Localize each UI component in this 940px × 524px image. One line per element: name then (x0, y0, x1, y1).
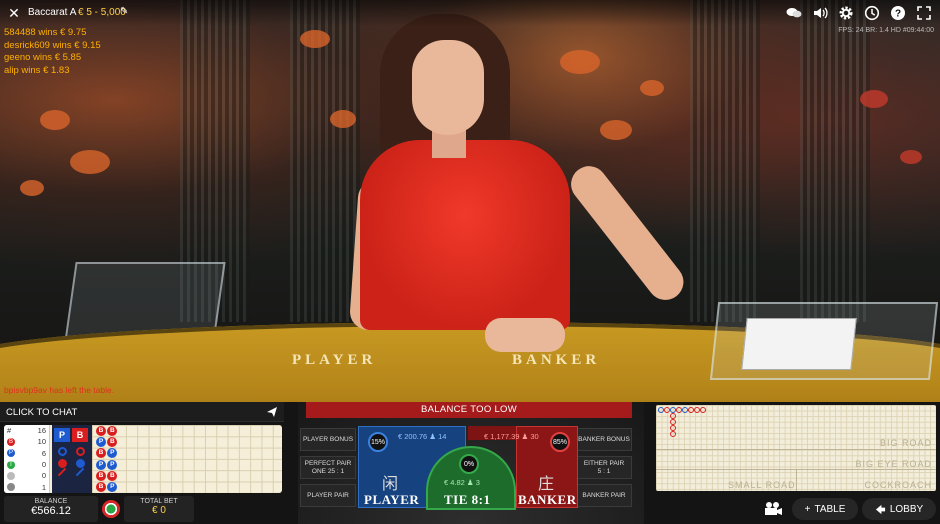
bead-road-result: B (96, 425, 106, 436)
bead-road-grid: BPBPBBBBPPBP (92, 425, 282, 493)
bottom-panel: CLICK TO CHAT #16 B 10 P6 T0 0 1 P B BPBP… (0, 402, 940, 524)
top-icon-bar: ? (785, 4, 932, 21)
curtain-decor (800, 0, 870, 322)
curtain-decor (690, 0, 760, 322)
player-left-notification: bpisvbp9av has left the table. (4, 385, 115, 395)
recent-winners-list: 584488 wins € 9.75 desrick609 wins € 9.1… (4, 27, 101, 77)
small-road-label: SMALL ROAD (728, 480, 796, 490)
felt-player-text: PLAYER (292, 352, 377, 368)
chip-icon[interactable] (102, 500, 120, 518)
perfect-pair-bet[interactable]: PERFECT PAIR ONE 25 : 1 (300, 456, 356, 479)
chat-label: CLICK TO CHAT (6, 407, 78, 418)
banker-percentage: 85% (550, 432, 570, 452)
player-bonus-bet[interactable]: PLAYER BONUS (300, 428, 356, 451)
bead-road-result: P (96, 436, 106, 447)
bead-road-panel[interactable]: #16 B 10 P6 T0 0 1 P B BPBPBBBBPPBP (4, 425, 282, 493)
player-pair-bet[interactable]: PLAYER PAIR (300, 484, 356, 507)
winner-entry: alip wins € 1.83 (4, 64, 70, 76)
player-bet-total: € 200.76 ♟ 14 (398, 432, 447, 441)
tie-percentage: 0% (459, 454, 479, 474)
bead-road-result: B (96, 482, 106, 493)
scoreboard-roads[interactable]: BIG ROAD BIG EYE ROAD SMALL ROAD COCKROA… (656, 405, 936, 491)
stat-banker-pair: 0 (4, 470, 49, 481)
settings-icon[interactable] (837, 4, 854, 21)
winner-entry: desrick609 wins € 9.15 (4, 39, 101, 51)
balance-display: BALANCE €566.12 (4, 496, 98, 522)
pin-icon[interactable]: ✎ (120, 6, 128, 17)
stat-banker: B 10 (7, 437, 46, 447)
camera-icon[interactable] (758, 498, 788, 520)
winner-entry: geeno wins € 5.85 (4, 52, 82, 63)
top-bar: ✕ Baccarat A € 5 - 5,000 ✎ ? (0, 0, 940, 26)
big-eye-road-label: BIG EYE ROAD (855, 459, 932, 469)
send-icon[interactable] (266, 406, 278, 418)
plus-icon: + (804, 503, 811, 515)
table-name: Baccarat A (28, 7, 77, 18)
stat-player-pair: 1 (4, 481, 49, 492)
felt-banker-text: BANKER (512, 352, 601, 368)
balance-too-low-banner: BALANCE TOO LOW (306, 402, 632, 418)
bead-road-result: P (107, 448, 118, 459)
bead-road-result: B (107, 436, 118, 447)
volume-icon[interactable] (811, 4, 828, 21)
bead-road-result: B (96, 470, 106, 481)
table-limits[interactable]: € 5 - 5,000 (78, 7, 126, 18)
stream-stats: FPS: 24 BR: 1.4 HD #09:44:00 (838, 27, 934, 34)
bead-road-result: P (96, 459, 106, 470)
predict-banker-button[interactable]: B (72, 428, 88, 442)
player-chinese-label: 闲 (382, 476, 399, 493)
shoe-cards (741, 318, 857, 370)
chat-bar[interactable]: CLICK TO CHAT (0, 402, 284, 422)
tie-label: TIE 8:1 (444, 492, 491, 507)
close-icon[interactable]: ✕ (6, 5, 22, 21)
curtain-decor (290, 0, 360, 322)
tie-bet-total: € 4.82 ♟ 3 (444, 478, 480, 487)
bead-road-result: B (96, 448, 106, 459)
next-hand-predictor[interactable]: P B (52, 425, 92, 493)
predict-player-button[interactable]: P (54, 428, 70, 442)
big-road-label: BIG ROAD (879, 438, 932, 448)
cockroach-road-label: COCKROACH (864, 480, 932, 490)
player-percentage: 15% (368, 432, 388, 452)
player-label: PLAYER (364, 492, 420, 507)
banker-label: BANKER (518, 492, 577, 507)
stat-total: #16 (7, 426, 46, 436)
fullscreen-icon[interactable] (915, 4, 932, 21)
either-pair-bet[interactable]: EITHER PAIR 5 : 1 (576, 456, 632, 479)
lobby-button[interactable]: LOBBY (862, 498, 936, 520)
bead-road-result: B (107, 470, 118, 481)
svg-text:?: ? (894, 8, 900, 19)
total-bet-value: € 0 (152, 505, 166, 516)
lobby-icon (875, 504, 885, 514)
history-icon[interactable] (863, 4, 880, 21)
winner-entry: 584488 wins € 9.75 (4, 27, 87, 38)
add-table-button[interactable]: + TABLE (792, 498, 858, 520)
round-stats: #16 B 10 P6 T0 0 1 (4, 425, 50, 493)
bead-road-result: P (107, 459, 118, 470)
banker-bonus-bet[interactable]: BANKER BONUS (576, 428, 632, 451)
stat-player: P6 (7, 448, 46, 458)
bead-road-result: P (107, 482, 118, 493)
betting-area: BALANCE TOO LOW PLAYER BONUS PERFECT PAI… (298, 402, 644, 524)
banker-pair-bet[interactable]: BANKER PAIR (576, 484, 632, 507)
live-video-stream: PLAYER BANKER (0, 0, 940, 402)
stat-tie: T0 (4, 459, 49, 470)
banker-bet-total: € 1,177.39 ♟ 30 (484, 432, 539, 441)
balance-value: €566.12 (31, 505, 71, 517)
chat-icon[interactable] (785, 4, 802, 21)
banker-chinese-label: 庄 (538, 476, 555, 493)
help-icon[interactable]: ? (889, 4, 906, 21)
bead-road-result: B (107, 425, 118, 436)
total-bet-display: TOTAL BET € 0 (124, 496, 194, 522)
